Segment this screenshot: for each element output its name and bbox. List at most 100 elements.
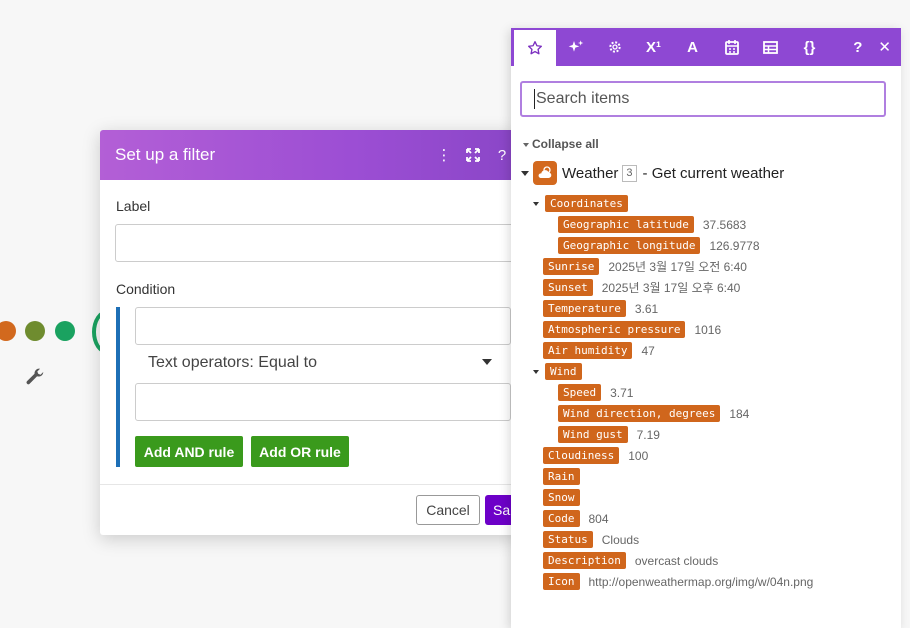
expand-icon[interactable]	[466, 148, 480, 162]
list-item-wind[interactable]: Wind	[533, 363, 582, 380]
item-value: 2025년 3월 17일 오전 6:40	[608, 260, 747, 274]
more-vertical-icon[interactable]: ⋮	[436, 146, 452, 164]
item-value: 37.5683	[702, 217, 747, 232]
label-input[interactable]	[115, 224, 520, 262]
list-item-temperature[interactable]: Temperature 3.61	[543, 300, 658, 317]
operator-select-value: Text operators: Equal to	[148, 354, 317, 371]
dialog-footer-divider	[100, 484, 520, 485]
item-value: 2025년 3월 17일 오후 6:40	[601, 281, 741, 295]
item-pill[interactable]: Wind gust	[558, 426, 628, 443]
tab-star-icon[interactable]	[514, 30, 556, 66]
dialog-title: Set up a filter	[115, 145, 216, 164]
list-item-rain[interactable]: Rain	[543, 468, 580, 485]
item-value: 100	[628, 448, 649, 463]
chevron-down-icon	[482, 359, 492, 365]
item-value: 3.71	[610, 385, 634, 400]
list-item-status[interactable]: Status Clouds	[543, 531, 639, 548]
module-action: - Get current weather	[642, 164, 785, 182]
tab-table-icon[interactable]	[751, 28, 790, 66]
item-pill[interactable]: Wind	[545, 363, 582, 380]
item-pill[interactable]: Geographic longitude	[558, 237, 701, 254]
tab-gear-icon[interactable]	[595, 28, 634, 66]
item-value: 804	[588, 511, 609, 526]
mapping-panel: X¹ A {} ? ✕ Search items Collapse all We…	[511, 28, 901, 628]
item-value: 47	[641, 343, 655, 358]
item-value: 3.61	[634, 301, 659, 316]
filter-dialog-header: Set up a filter ⋮ ?	[100, 130, 520, 180]
tab-superscript-icon[interactable]: X¹	[634, 28, 673, 66]
item-pill[interactable]: Sunrise	[543, 258, 600, 275]
item-pill[interactable]: Description	[543, 552, 626, 569]
weather-cloud-icon	[533, 161, 557, 185]
item-pill[interactable]: Snow	[543, 489, 580, 506]
search-placeholder: Search items	[536, 90, 630, 107]
list-item-humidity[interactable]: Air humidity 47	[543, 342, 655, 359]
tab-sparkle-icon[interactable]	[556, 28, 595, 66]
item-value: http://openweathermap.org/img/w/04n.png	[588, 574, 814, 589]
add-and-rule-button[interactable]: Add AND rule	[135, 436, 243, 467]
item-value: 7.19	[636, 427, 660, 442]
collapse-all-button[interactable]: Collapse all	[523, 137, 599, 151]
wrench-icon[interactable]	[24, 366, 46, 388]
help-icon[interactable]: ?	[494, 147, 510, 164]
caret-down-icon	[521, 170, 529, 176]
item-pill[interactable]: Wind direction, degrees	[558, 405, 721, 422]
route-dot-orange[interactable]	[0, 321, 16, 341]
list-item-sunrise[interactable]: Sunrise 2025년 3월 17일 오전 6:40	[543, 258, 747, 275]
search-input[interactable]: Search items	[520, 81, 886, 117]
list-item-icon[interactable]: Icon http://openweathermap.org/img/w/04n…	[543, 573, 813, 590]
tab-calendar-icon[interactable]	[712, 28, 751, 66]
condition-group-bar	[116, 307, 120, 467]
item-pill[interactable]: Speed	[558, 384, 602, 401]
list-item-speed[interactable]: Speed 3.71	[558, 384, 633, 401]
collapse-all-label: Collapse all	[532, 137, 599, 151]
item-value: overcast clouds	[634, 553, 719, 568]
item-value: 126.9778	[709, 238, 760, 253]
add-or-rule-button[interactable]: Add OR rule	[251, 436, 349, 467]
item-pill[interactable]: Cloudiness	[543, 447, 620, 464]
item-pill[interactable]: Status	[543, 531, 593, 548]
list-item-pressure[interactable]: Atmospheric pressure 1016	[543, 321, 721, 338]
caret-down-icon	[523, 142, 529, 147]
weather-module-node[interactable]: Weather 3 - Get current weather	[521, 161, 784, 185]
condition-operand-2-input[interactable]	[135, 383, 511, 421]
cancel-button[interactable]: Cancel	[416, 495, 480, 525]
text-cursor	[534, 89, 535, 109]
module-id-badge: 3	[622, 164, 637, 182]
list-item-snow[interactable]: Snow	[543, 489, 580, 506]
condition-label: Condition	[116, 281, 176, 297]
item-pill[interactable]: Icon	[543, 573, 580, 590]
item-value: 1016	[694, 322, 722, 337]
item-pill[interactable]: Geographic latitude	[558, 216, 694, 233]
item-pill[interactable]: Rain	[543, 468, 580, 485]
close-icon[interactable]: ✕	[878, 38, 891, 56]
route-dot-olive[interactable]	[25, 321, 45, 341]
list-item-latitude[interactable]: Geographic latitude 37.5683	[558, 216, 746, 233]
item-pill[interactable]: Code	[543, 510, 580, 527]
route-dot-green[interactable]	[55, 321, 75, 341]
item-value: 184	[729, 406, 750, 421]
item-pill[interactable]: Air humidity	[543, 342, 633, 359]
list-item-code[interactable]: Code 804	[543, 510, 609, 527]
list-item-description[interactable]: Description overcast clouds	[543, 552, 718, 569]
condition-operand-1-input[interactable]	[135, 307, 511, 345]
list-item-wind-direction[interactable]: Wind direction, degrees 184	[558, 405, 749, 422]
tab-text-icon[interactable]: A	[673, 28, 712, 66]
list-item-longitude[interactable]: Geographic longitude 126.9778	[558, 237, 760, 254]
tab-braces-icon[interactable]: {}	[790, 28, 829, 66]
item-pill[interactable]: Atmospheric pressure	[543, 321, 686, 338]
caret-down-icon	[533, 201, 539, 206]
mapping-tabbar: X¹ A {} ? ✕	[511, 28, 901, 66]
list-item-wind-gust[interactable]: Wind gust 7.19	[558, 426, 660, 443]
help-icon[interactable]: ?	[853, 39, 862, 56]
item-pill[interactable]: Coordinates	[545, 195, 628, 212]
label-field-label: Label	[116, 198, 151, 214]
item-pill[interactable]: Temperature	[543, 300, 626, 317]
list-item-cloudiness[interactable]: Cloudiness 100	[543, 447, 648, 464]
item-value: Clouds	[601, 532, 640, 547]
operator-select[interactable]: Text operators: Equal to	[136, 348, 506, 378]
item-pill[interactable]: Sunset	[543, 279, 593, 296]
module-name: Weather	[562, 164, 619, 182]
list-item-sunset[interactable]: Sunset 2025년 3월 17일 오후 6:40	[543, 279, 740, 296]
list-item-coordinates[interactable]: Coordinates	[533, 195, 628, 212]
